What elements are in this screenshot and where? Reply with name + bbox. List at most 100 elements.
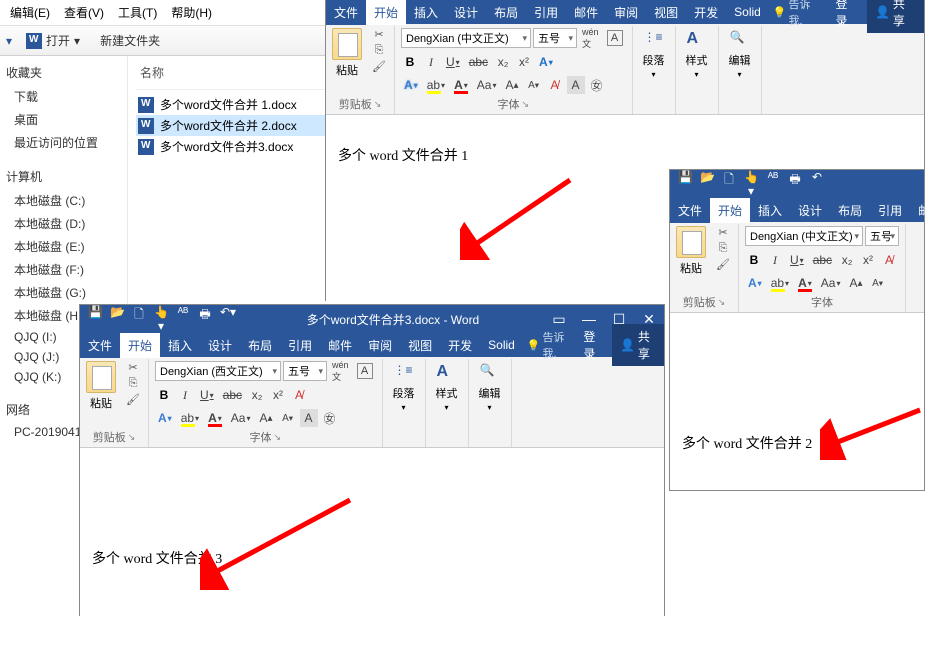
tab-review[interactable]: 审阅 [606,0,646,25]
copy-button[interactable]: ⎘ [714,242,732,256]
quickprint-icon[interactable]: 🖶 [198,305,212,333]
paste-button[interactable]: 粘贴 [332,28,362,78]
format-painter-button[interactable]: 🖌 [124,393,142,407]
copy-button[interactable]: ⎘ [124,377,142,391]
grow-font-button[interactable]: A▴ [502,76,521,94]
dialog-launcher-icon[interactable]: ↘ [521,99,529,110]
tab-layout[interactable]: 布局 [486,0,526,25]
new-folder-button[interactable]: 新建文件夹 [94,30,166,51]
nav-item[interactable]: 本地磁盘 (G:) [0,281,127,304]
tab-references[interactable]: 引用 [280,333,320,358]
tab-developer[interactable]: 开发 [686,0,726,25]
tell-me[interactable]: 💡 告诉我. [769,0,828,28]
spellcheck-icon[interactable]: ᴬᴮ [766,170,780,198]
dialog-launcher-icon[interactable]: ↘ [718,297,726,308]
tab-mailings[interactable]: 邮件 [320,333,360,358]
clear-format-button[interactable]: A̸ [546,76,564,94]
undo-icon[interactable]: ↶ [810,170,824,198]
font-color-button[interactable]: A▾ [451,76,471,94]
share-button[interactable]: 👤 共享 [612,324,664,366]
menu-help[interactable]: 帮助(H) [165,2,218,23]
font-color-button[interactable]: A▾ [205,409,225,427]
tab-review[interactable]: 审阅 [360,333,400,358]
text-effects-button[interactable]: A̸ [880,251,898,269]
strikethrough-button[interactable]: abc [810,251,835,269]
text-effects2-button[interactable]: A▾ [745,274,765,292]
font-color-button[interactable]: A▾ [795,274,815,292]
italic-button[interactable]: I [176,386,194,404]
italic-button[interactable]: I [766,251,784,269]
spellcheck-icon[interactable]: ᴬᴮ [176,305,190,333]
touch-mode-icon[interactable]: 👆▾ [154,305,168,333]
login-button[interactable]: 登录 [827,0,866,29]
cut-button[interactable]: ✂ [714,226,732,240]
new-icon[interactable]: 🗋 [722,170,736,198]
tab-home[interactable]: 开始 [366,0,406,25]
open-button[interactable]: 打开 ▾ [20,30,86,51]
superscript-button[interactable]: x² [859,251,877,269]
change-case-button[interactable]: Aa▾ [228,409,254,427]
underline-button[interactable]: U▾ [443,53,463,71]
text-effects-button[interactable]: A▾ [536,53,556,71]
shrink-font-button[interactable]: A▾ [525,76,543,94]
editing-button[interactable]: 🔍编辑▾ [475,361,505,414]
quickprint-icon[interactable]: 🖶 [788,170,802,198]
subscript-button[interactable]: x₂ [838,251,856,269]
tab-design[interactable]: 设计 [446,0,486,25]
menu-tools[interactable]: 工具(T) [112,2,163,23]
cut-button[interactable]: ✂ [124,361,142,375]
nav-item[interactable]: 桌面 [0,108,127,131]
nav-item[interactable]: 本地磁盘 (F:) [0,258,127,281]
ribbon-options-icon[interactable]: ▭ [544,311,574,328]
character-border-button[interactable]: A [604,29,626,47]
text-effects2-button[interactable]: A▾ [401,76,421,94]
tab-mailings[interactable]: 邮件 [910,198,925,223]
nav-favorites[interactable]: 收藏夹 [0,60,127,85]
grow-font-button[interactable]: A▴ [256,409,275,427]
shrink-font-button[interactable]: A▾ [869,274,887,292]
share-button[interactable]: 👤 共享 [867,0,924,33]
tab-layout[interactable]: 布局 [830,198,870,223]
underline-button[interactable]: U▾ [197,386,217,404]
font-size-select[interactable]: 五号 [533,28,577,48]
format-painter-button[interactable]: 🖌 [714,258,732,272]
dialog-launcher-icon[interactable]: ↘ [273,432,281,443]
highlight-button[interactable]: ab▾ [424,76,448,94]
nav-item[interactable]: 本地磁盘 (C:) [0,189,127,212]
tab-insert[interactable]: 插入 [160,333,200,358]
tab-layout[interactable]: 布局 [240,333,280,358]
italic-button[interactable]: I [422,53,440,71]
copy-button[interactable]: ⎘ [370,44,388,58]
menu-view[interactable]: 查看(V) [58,2,110,23]
save-icon[interactable]: 💾 [678,170,692,198]
tab-file[interactable]: 文件 [80,333,120,358]
font-name-select[interactable]: DengXian (中文正文) [401,28,531,48]
subscript-button[interactable]: x₂ [248,386,266,404]
enclose-char-button[interactable]: ㊛ [321,409,339,427]
change-case-button[interactable]: Aa▾ [818,274,844,292]
tab-view[interactable]: 视图 [400,333,440,358]
nav-item[interactable]: 下载 [0,85,127,108]
document-area[interactable]: 多个 word 文件合并 2 [670,313,924,463]
strikethrough-button[interactable]: abc [466,53,491,71]
styles-button[interactable]: A样式▾ [682,28,712,81]
subscript-button[interactable]: x₂ [494,53,512,71]
tab-solid[interactable]: Solid [480,334,523,356]
font-size-select[interactable]: 五号 [865,226,899,246]
editing-button[interactable]: 🔍编辑▾ [725,28,755,81]
touch-mode-icon[interactable]: 👆▾ [744,170,758,198]
dialog-launcher-icon[interactable]: ↘ [128,432,136,443]
open-icon[interactable]: 📂 [700,170,714,198]
underline-button[interactable]: U▾ [787,251,807,269]
tab-design[interactable]: 设计 [790,198,830,223]
save-icon[interactable]: 💾 [88,305,102,333]
undo-icon[interactable]: ↶▾ [220,305,234,333]
text-effects2-button[interactable]: A▾ [155,409,175,427]
grow-font-button[interactable]: A▴ [846,274,865,292]
styles-button[interactable]: A样式▾ [432,361,462,414]
bold-button[interactable]: B [155,386,173,404]
char-shading-button[interactable]: A [300,409,318,427]
bold-button[interactable]: B [745,251,763,269]
highlight-button[interactable]: ab▾ [768,274,792,292]
change-case-button[interactable]: Aa▾ [474,76,500,94]
